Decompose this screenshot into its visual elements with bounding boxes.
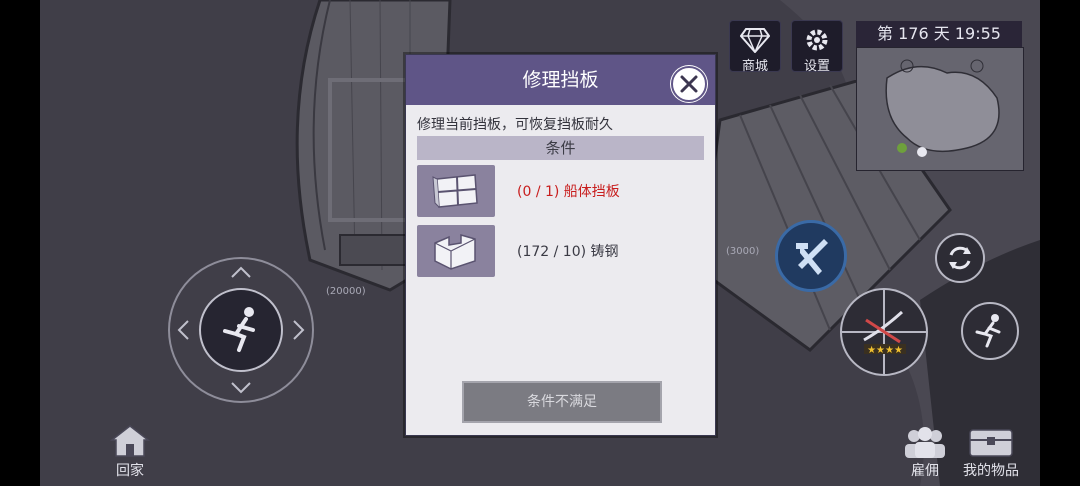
- my-items-button[interactable]: 我的物品: [956, 424, 1026, 480]
- dodge-button[interactable]: [961, 302, 1019, 360]
- minimap[interactable]: [856, 47, 1024, 171]
- hire-button[interactable]: 雇佣: [896, 424, 954, 480]
- group-people-icon: [905, 427, 945, 458]
- hull-panel-icon: [417, 165, 495, 217]
- running-person-icon: [975, 314, 1001, 348]
- sprint-icon: [223, 307, 255, 352]
- conditions-header: 条件: [417, 136, 704, 160]
- world-value-right: (3000): [726, 246, 760, 257]
- star-rating-icon: ★★★★: [867, 345, 903, 356]
- attack-button[interactable]: ★★★★: [838, 286, 930, 378]
- dialog-header: 修理挡板: [406, 55, 715, 105]
- requirement-row: (0 / 1) 船体挡板: [417, 165, 707, 219]
- hire-label: 雇佣: [911, 463, 939, 479]
- dialog-description: 修理当前挡板，可恢复挡板耐久: [417, 117, 613, 133]
- diamond-icon: [740, 28, 770, 53]
- my-items-label: 我的物品: [963, 463, 1019, 479]
- gear-icon: [806, 29, 828, 51]
- joystick-knob[interactable]: [199, 288, 283, 372]
- requirement-text: (172 / 10) 铸钢: [517, 244, 619, 260]
- dialog-title: 修理挡板: [522, 69, 599, 91]
- home-button[interactable]: 回家: [100, 424, 160, 480]
- hammer-saw-icon: [796, 239, 828, 275]
- close-icon: [680, 75, 698, 93]
- house-icon: [109, 425, 151, 457]
- settings-button[interactable]: 设置: [791, 20, 843, 74]
- shop-button[interactable]: 商城: [729, 20, 781, 74]
- shop-label: 商城: [741, 59, 768, 74]
- right-letterbox: [1040, 0, 1080, 486]
- requirement-text: (0 / 1) 船体挡板: [517, 184, 620, 200]
- switch-button[interactable]: [935, 233, 985, 283]
- settings-label: 设置: [803, 59, 830, 74]
- repair-dialog: 修理挡板 修理当前挡板，可恢复挡板耐久 条件 (0 / 1) 船体挡板 (172…: [405, 54, 716, 436]
- requirement-row: (172 / 10) 铸钢: [417, 225, 707, 279]
- world-value-left: (20000): [326, 286, 366, 297]
- home-label: 回家: [116, 463, 144, 479]
- movement-joystick[interactable]: [168, 257, 314, 403]
- conditions-not-met-button[interactable]: 条件不满足: [462, 381, 662, 423]
- treasure-chest-icon: [969, 429, 1013, 457]
- left-letterbox: [0, 0, 40, 486]
- close-button[interactable]: [671, 66, 707, 102]
- refresh-icon: [949, 246, 971, 270]
- crossed-weapons-icon: ★★★★: [838, 286, 930, 378]
- cast-steel-icon: [417, 225, 495, 277]
- minimap-drawing: [885, 59, 1000, 157]
- build-repair-button[interactable]: [775, 220, 847, 292]
- day-time-display: 第 176 天 19:55: [856, 21, 1022, 47]
